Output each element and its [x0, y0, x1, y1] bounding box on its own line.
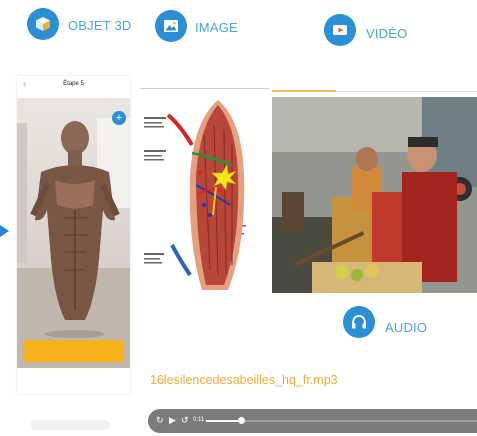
headphones-icon	[352, 315, 366, 329]
muscle-diagram-graphic	[140, 95, 270, 295]
cube-icon	[36, 17, 50, 31]
image-icon[interactable]	[155, 10, 187, 42]
anatomy-torso-model	[30, 121, 120, 320]
phone-mockup: ‹ Étape 5 +	[17, 76, 130, 394]
progress-handle[interactable]	[238, 417, 245, 424]
phone-title: Étape 5	[63, 81, 84, 87]
play-icon[interactable]: ▶	[169, 415, 176, 426]
audio-icon[interactable]	[343, 306, 375, 338]
image-panel-divider	[140, 88, 270, 89]
video-frame[interactable]	[272, 97, 477, 293]
objet3d-icon[interactable]	[27, 8, 59, 40]
model-shadow	[45, 330, 105, 338]
image-label[interactable]: IMAGE	[195, 20, 238, 35]
video-label[interactable]: VIDÉO	[366, 26, 407, 41]
bottom-pill	[30, 420, 110, 430]
player-time: 0:11	[193, 417, 205, 423]
audio-filename: 16lesilencedesabeilles_hq_fr.mp3	[150, 373, 338, 387]
phone-action-button[interactable]	[23, 340, 124, 362]
video-still-graphic	[272, 97, 477, 293]
video-panel-divider	[336, 91, 477, 92]
pointer-arrow-icon	[0, 225, 9, 237]
audio-player: ↻ ▶ ↺ 0:11	[148, 409, 477, 433]
ar-scene-view[interactable]: +	[17, 98, 130, 368]
audio-label[interactable]: AUDIO	[385, 320, 427, 335]
progress-fill	[206, 420, 241, 422]
objet3d-label[interactable]: OBJET 3D	[68, 18, 132, 33]
picture-icon	[164, 20, 178, 32]
muscle-diagram-image	[140, 95, 270, 295]
rewind-icon[interactable]: ↻	[156, 415, 164, 426]
play-screen-icon	[333, 25, 347, 35]
forward-icon[interactable]: ↺	[181, 415, 189, 426]
progress-track[interactable]	[206, 420, 477, 422]
phone-top-bar	[17, 76, 130, 98]
video-tab-underline	[272, 90, 336, 92]
video-icon[interactable]	[324, 14, 356, 46]
